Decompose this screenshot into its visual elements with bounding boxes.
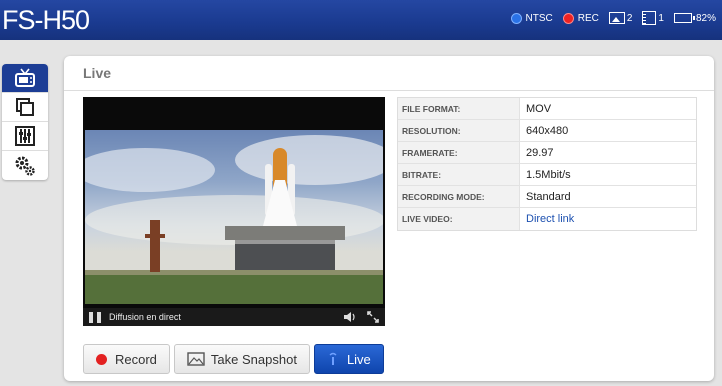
live-panel: Live Diffusion en direct FILE FORMAT: MO… <box>64 56 714 381</box>
record-dot-icon <box>96 353 107 365</box>
sidebar <box>2 64 48 180</box>
sidebar-item-settings-audio[interactable] <box>2 122 48 151</box>
live-button[interactable]: Live <box>313 344 384 374</box>
info-row-resolution: RESOLUTION: 640x480 <box>398 120 696 142</box>
volume-icon[interactable] <box>343 311 357 323</box>
pause-icon[interactable] <box>89 311 101 323</box>
rec-dot-icon <box>562 12 574 24</box>
sidebar-item-files[interactable] <box>2 93 48 122</box>
video-caption: Diffusion en direct <box>109 312 181 322</box>
antenna-icon <box>329 352 337 365</box>
battery-icon <box>673 13 695 23</box>
videos-indicator: 1 <box>642 11 664 25</box>
sidebar-item-settings[interactable] <box>2 151 48 180</box>
panel-title: Live <box>83 65 112 81</box>
video-controls: Diffusion en direct <box>83 308 385 326</box>
rec-label: REC <box>577 12 599 24</box>
video-scene <box>85 135 383 304</box>
take-snapshot-button[interactable]: Take Snapshot <box>173 344 310 374</box>
info-value: MOV <box>526 102 552 115</box>
video-player[interactable]: Diffusion en direct <box>83 97 385 326</box>
record-button-label: Record <box>115 351 157 367</box>
info-value: 1.5Mbit/s <box>526 168 571 181</box>
panel-divider <box>64 90 714 91</box>
videos-count: 1 <box>658 12 664 24</box>
info-row-recording-mode: RECORDING MODE: Standard <box>398 186 696 208</box>
video-frame <box>85 130 383 304</box>
pictures-indicator: 2 <box>608 12 633 24</box>
film-icon <box>642 11 657 25</box>
live-button-label: Live <box>346 351 371 367</box>
ntsc-label: NTSC <box>525 12 553 24</box>
info-label: FRAMERATE: <box>398 142 520 163</box>
info-row-framerate: FRAMERATE: 29.97 <box>398 142 696 164</box>
sidebar-item-live[interactable] <box>2 64 48 93</box>
info-label: BITRATE: <box>398 164 520 185</box>
info-value: 640x480 <box>526 124 569 137</box>
info-label: LIVE VIDEO: <box>398 208 520 230</box>
info-label: FILE FORMAT: <box>398 98 520 119</box>
equalizer-icon <box>15 126 35 146</box>
ntsc-dot-icon <box>510 12 522 24</box>
info-row-file-format: FILE FORMAT: MOV <box>398 98 696 120</box>
brand-logo: FS-H50 <box>2 5 90 35</box>
gears-icon <box>15 156 35 176</box>
info-row-bitrate: BITRATE: 1.5Mbit/s <box>398 164 696 186</box>
picture-icon <box>608 12 625 24</box>
copy-icon <box>16 98 34 116</box>
tv-icon <box>15 68 35 87</box>
rec-indicator: REC <box>562 12 599 24</box>
info-value: Standard <box>526 190 571 203</box>
action-buttons: Record Take Snapshot Live <box>83 344 388 374</box>
image-icon <box>187 352 205 366</box>
info-value: 29.97 <box>526 146 554 159</box>
battery-indicator: 82% <box>673 12 716 24</box>
info-label: RESOLUTION: <box>398 120 520 141</box>
info-table: FILE FORMAT: MOV RESOLUTION: 640x480 FRA… <box>397 97 697 231</box>
info-row-live-video: LIVE VIDEO: Direct link <box>398 208 696 230</box>
direct-link[interactable]: Direct link <box>520 208 696 230</box>
status-bar: NTSC REC 2 1 82% <box>501 10 716 26</box>
battery-percent: 82% <box>695 12 716 24</box>
info-label: RECORDING MODE: <box>398 186 520 207</box>
top-bar: FS-H50 NTSC REC 2 1 82% <box>0 0 722 40</box>
pictures-count: 2 <box>626 12 633 24</box>
record-button[interactable]: Record <box>83 344 170 374</box>
ntsc-indicator: NTSC <box>510 12 553 24</box>
fullscreen-icon[interactable] <box>367 311 379 323</box>
snapshot-button-label: Take Snapshot <box>210 351 297 367</box>
